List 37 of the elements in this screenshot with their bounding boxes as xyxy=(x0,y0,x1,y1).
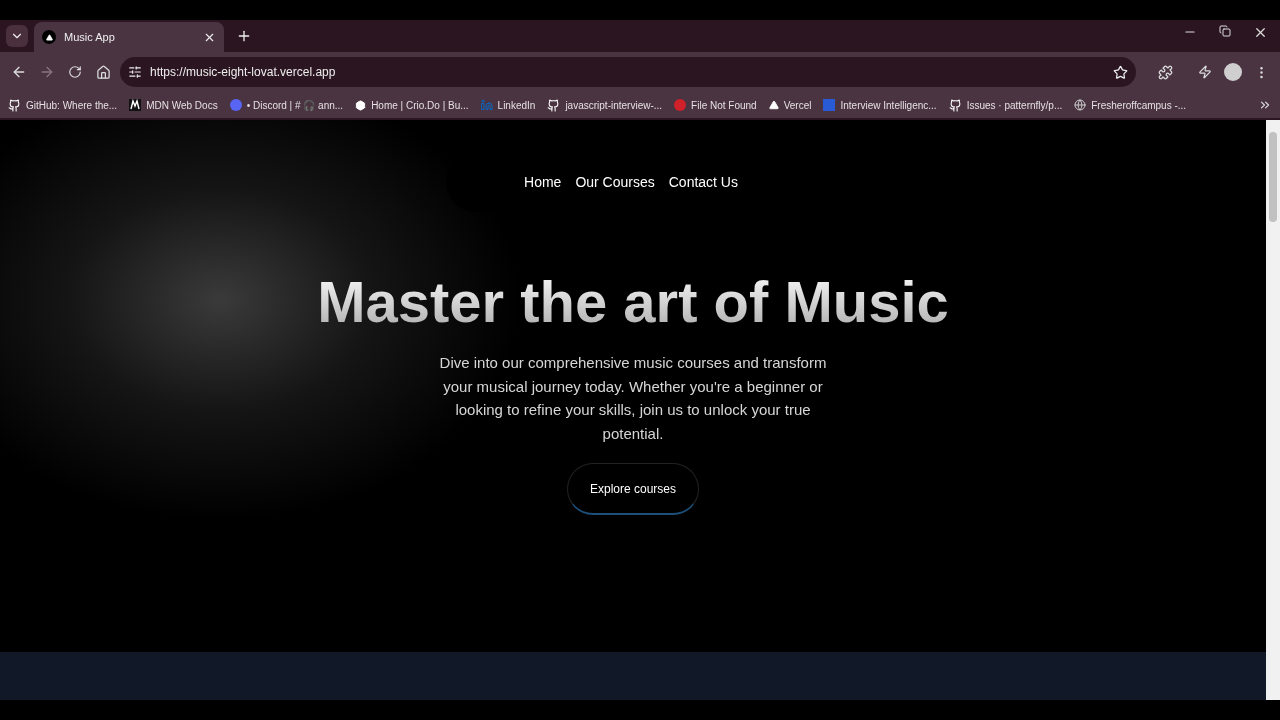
hexagon-icon xyxy=(355,99,367,111)
bookmark[interactable]: MDN Web Docs xyxy=(129,99,218,111)
restore-icon[interactable] xyxy=(1219,24,1231,37)
bookmark[interactable]: GitHub: Where the... xyxy=(8,98,118,112)
tab-title: Music App xyxy=(64,31,116,43)
bookmark[interactable]: • Discord | # 🎧 ann... xyxy=(229,99,344,111)
bookmark[interactable]: Issues · patternfly/p... xyxy=(948,98,1063,112)
square-icon xyxy=(823,99,836,111)
dot-icon xyxy=(674,99,687,111)
more-bookmarks-icon[interactable] xyxy=(1258,98,1272,112)
tab-list-button[interactable] xyxy=(6,25,28,47)
bookmark[interactable]: javascript-interview-... xyxy=(547,98,663,112)
hero-description: Dive into our comprehensive music courses and transform your musical journey today. Whether you're a beginner or looking to refine your skills, join us to unlock your true potential. xyxy=(438,353,828,444)
new-tab-icon[interactable] xyxy=(236,28,252,44)
scrollbar[interactable] xyxy=(1266,120,1280,700)
bookmark[interactable]: Home | Crio.Do | Bu... xyxy=(355,99,469,111)
nav-link[interactable]: Our Courses xyxy=(575,174,655,190)
letter-icon xyxy=(129,99,142,111)
bookmark[interactable]: Vercel xyxy=(768,99,812,111)
github-icon xyxy=(547,98,561,112)
url-text: https://music-eight-lovat.vercel.app xyxy=(150,65,337,79)
browser-tab[interactable]: Music App xyxy=(34,22,224,52)
globe-icon xyxy=(1074,99,1087,111)
github-icon xyxy=(8,98,21,112)
bookmark[interactable]: Fresheroffcampus -... xyxy=(1074,99,1187,111)
site-settings-icon[interactable] xyxy=(128,65,142,79)
bookmark[interactable]: LinkedIn xyxy=(480,99,536,111)
explore-courses-button[interactable]: Explore courses xyxy=(567,463,699,515)
star-icon[interactable] xyxy=(1113,64,1128,80)
nav-link[interactable]: Contact Us xyxy=(668,174,738,190)
github-icon xyxy=(948,98,962,112)
address-bar[interactable]: https://music-eight-lovat.vercel.app xyxy=(120,57,1136,87)
linkedin-icon xyxy=(480,99,493,111)
bookmark[interactable]: File Not Found xyxy=(674,99,757,111)
triangle-icon xyxy=(768,100,779,110)
nav-link[interactable]: Home xyxy=(524,174,562,190)
bookmark[interactable]: Interview Intelligenc... xyxy=(823,99,937,111)
